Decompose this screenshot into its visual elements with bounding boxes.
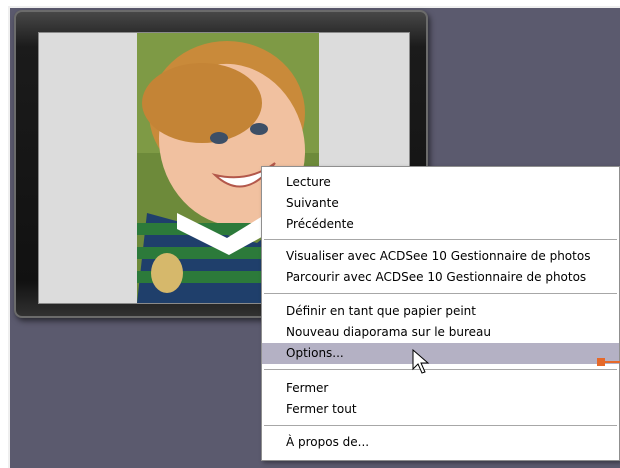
menu-item-nouveau-diaporama[interactable]: Nouveau diaporama sur le bureau	[262, 322, 619, 343]
mouse-cursor-icon	[412, 349, 430, 374]
menu-item-visualiser-acdsee[interactable]: Visualiser avec ACDSee 10 Gestionnaire d…	[262, 246, 619, 267]
menu-separator	[264, 293, 617, 294]
menu-item-papier-peint[interactable]: Définir en tant que papier peint	[262, 301, 619, 322]
menu-item-suivante[interactable]: Suivante	[262, 193, 619, 214]
context-menu: Lecture Suivante Précédente Visualiser a…	[261, 166, 620, 461]
menu-separator	[264, 239, 617, 240]
menu-item-options[interactable]: Options...	[262, 343, 619, 364]
menu-item-precedente[interactable]: Précédente	[262, 214, 619, 235]
menu-item-parcourir-acdsee[interactable]: Parcourir avec ACDSee 10 Gestionnaire de…	[262, 267, 619, 288]
callout-line	[603, 361, 620, 363]
menu-separator	[264, 369, 617, 370]
menu-separator	[264, 425, 617, 426]
menu-item-fermer[interactable]: Fermer	[262, 378, 619, 399]
menu-item-lecture[interactable]: Lecture	[262, 172, 619, 193]
menu-item-fermer-tout[interactable]: Fermer tout	[262, 399, 619, 420]
menu-item-a-propos[interactable]: À propos de...	[262, 432, 619, 453]
